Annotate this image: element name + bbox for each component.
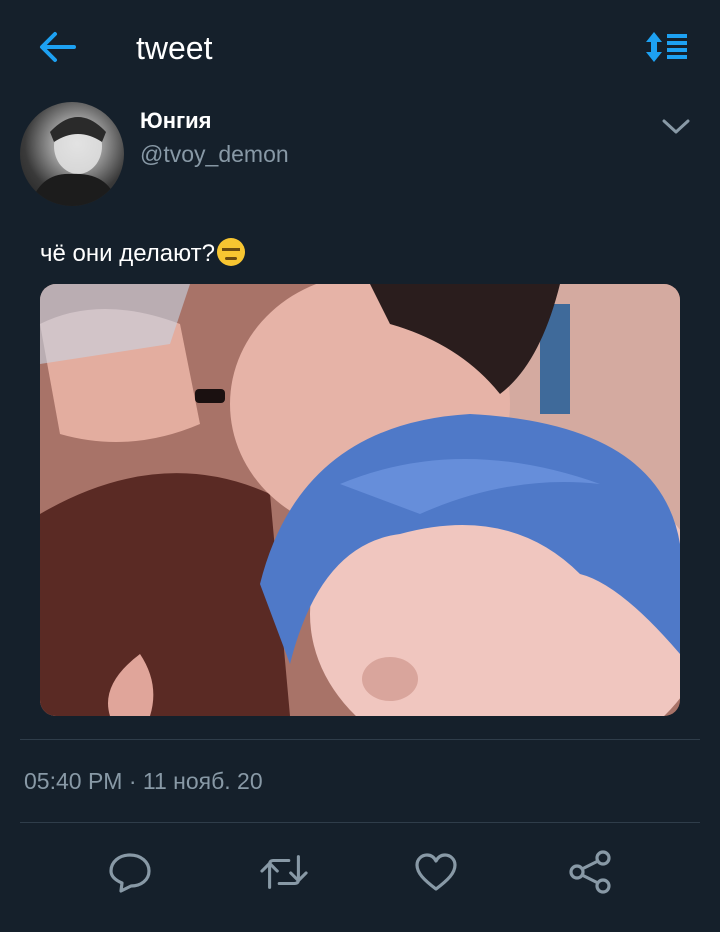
retweet-button[interactable] (260, 848, 308, 896)
heart-icon (415, 853, 457, 891)
share-icon (569, 850, 611, 894)
page-title: tweet (136, 30, 213, 66)
tweet-options-button[interactable] (660, 114, 692, 140)
retweet-icon (260, 855, 308, 889)
tweet-timestamp: 05:40 PM · 11 нояб. 20 (24, 768, 263, 794)
reply-button[interactable] (106, 848, 154, 896)
comment-icon (109, 853, 151, 893)
sort-button[interactable] (644, 28, 690, 66)
like-button[interactable] (412, 848, 460, 896)
media-photo (40, 284, 680, 716)
author-handle[interactable]: @tvoy_demon (140, 141, 289, 168)
back-button[interactable] (36, 28, 78, 66)
tweet-text: чё они делают? (40, 238, 245, 269)
sort-timeline-icon (646, 32, 687, 62)
tweet-media-image[interactable] (40, 284, 680, 716)
author-display-name[interactable]: Юнгия (140, 108, 212, 134)
top-bar: tweet (0, 0, 720, 96)
avatar[interactable] (20, 102, 124, 206)
divider-bottom (20, 822, 700, 823)
share-button[interactable] (566, 848, 614, 896)
arrow-left-icon (40, 32, 76, 62)
avatar-photo (30, 117, 118, 206)
tweet-text-content: чё они делают? (40, 240, 215, 267)
expressionless-face-icon (216, 238, 245, 266)
divider-top (20, 739, 700, 740)
chevron-down-icon (662, 119, 690, 134)
